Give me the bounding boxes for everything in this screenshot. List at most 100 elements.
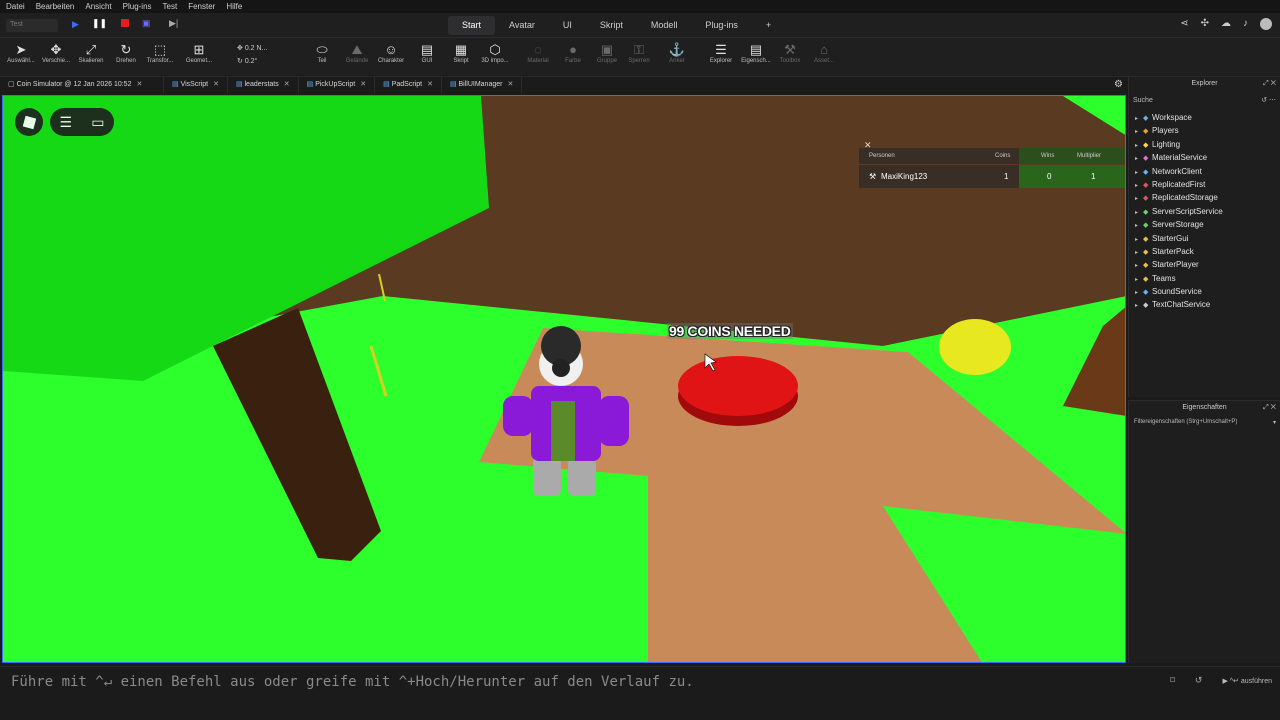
doc-tab[interactable]: ▢ Coin Simulator @ 12 Jan 2026 10:52 ✕ — [0, 77, 164, 93]
bookmark-icon[interactable]: ⌑ — [1170, 675, 1175, 686]
tool-geometry-button[interactable]: ⊞ Geomet... — [182, 42, 216, 64]
tree-item-networkclient[interactable]: ▸ ◆ NetworkClient — [1129, 165, 1280, 178]
hamburger-icon[interactable]: ☰ — [60, 114, 73, 131]
tree-item-replicatedstorage[interactable]: ▸ ◆ ReplicatedStorage — [1129, 191, 1280, 204]
menu-item-6[interactable]: Hilfe — [226, 2, 242, 11]
tree-item-startergui[interactable]: ▸ ◆ StarterGui — [1129, 232, 1280, 245]
cloud-icon[interactable]: ☁ — [1221, 18, 1231, 30]
tool-character-button[interactable]: ☺ Charakter — [374, 42, 408, 64]
tool-move-button[interactable]: ✥ Verschie... — [39, 42, 73, 64]
command-input[interactable]: Führe mit ^↵ einen Befehl aus oder greif… — [11, 674, 694, 690]
menu-item-0[interactable]: Datei — [6, 2, 25, 11]
play-icon[interactable]: ▶ — [72, 19, 79, 30]
close-icon[interactable]: ✕ — [427, 81, 433, 88]
menu-item-4[interactable]: Test — [163, 2, 178, 11]
properties-panel: Eigenschaften ⤢ ✕ Filtereigenschaften (S… — [1128, 400, 1280, 663]
doc-tab[interactable]: ▤ PickUpScript ✕ — [299, 77, 376, 93]
tool-part-button[interactable]: ⬭ Teil — [305, 42, 339, 64]
tab-plugins[interactable]: Plug-ins — [691, 16, 752, 35]
tree-item-label: ServerScriptService — [1152, 206, 1223, 216]
tool-properties-button[interactable]: ▤ Eigensch... — [739, 42, 773, 64]
doc-tab[interactable]: ▤ leaderstats ✕ — [228, 77, 299, 93]
screen-icon[interactable]: ▣ — [142, 18, 151, 29]
history-icon[interactable]: ↺ — [1195, 675, 1203, 686]
tree-item-serverscriptservice[interactable]: ▸ ◆ ServerScriptService — [1129, 205, 1280, 218]
tab-skript[interactable]: Skript — [586, 16, 637, 35]
tool-toolbox-button[interactable]: ⚒ Toolbox — [773, 42, 807, 64]
doc-tab[interactable]: ▤ PadScript ✕ — [375, 77, 442, 93]
chat-icon[interactable]: ▭ — [91, 114, 104, 131]
tool-rotate-button[interactable]: ↻ Drehen — [109, 42, 143, 64]
collab-icon[interactable]: ✣ — [1201, 18, 1209, 30]
menu-item-1[interactable]: Bearbeiten — [36, 2, 75, 11]
menu-item-5[interactable]: Fenster — [188, 2, 215, 11]
explorer-search-input[interactable]: Suche — [1133, 97, 1153, 104]
tree-item-label: MaterialService — [1152, 153, 1208, 163]
properties-filter[interactable]: Filtereigenschaften (Strg+Umschalt+P) ▾ — [1129, 415, 1280, 429]
avatar[interactable] — [1260, 18, 1272, 30]
move-step-value[interactable]: 0.2 N... — [245, 45, 268, 52]
tool-scale-button[interactable]: ⤢ Skalieren — [74, 42, 108, 64]
leaderboard-row[interactable]: ⚒ MaxiKing123 1 0 1 — [859, 165, 1125, 188]
tool-explorer-button[interactable]: ☰ Explorer — [704, 42, 738, 64]
close-icon[interactable]: ✕ — [284, 81, 290, 88]
tree-item-workspace[interactable]: ▸ ◆ Workspace — [1129, 111, 1280, 124]
tree-item-players[interactable]: ▸ ◆ Players — [1129, 124, 1280, 137]
explorer-panel: Explorer ⤢ ✕ Suche ↺ ⋯ ▸ ◆ Workspace ▸ ◆ Play… — [1128, 77, 1280, 397]
doc-tab[interactable]: ▤ VisScript ✕ — [164, 77, 228, 93]
tab-start[interactable]: Start — [448, 16, 496, 35]
tree-item-textchatservice[interactable]: ▸ ◆ TextChatService — [1129, 298, 1280, 311]
tree-item-serverstorage[interactable]: ▸ ◆ ServerStorage — [1129, 218, 1280, 231]
step-settings[interactable]: ✥ 0.2 N... ↻ 0.2° — [237, 42, 267, 68]
close-icon[interactable]: ✕ — [360, 81, 366, 88]
game-viewport[interactable]: ☰ ▭ 99 COINS NEEDED ✕ Personen Coins Win… — [2, 95, 1126, 663]
tree-item-starterplayer[interactable]: ▸ ◆ StarterPlayer — [1129, 258, 1280, 271]
tool-gui-button[interactable]: ▤ GUI — [410, 42, 444, 64]
tool-script-button[interactable]: ▦ Skript — [444, 42, 478, 64]
tree-item-lighting[interactable]: ▸ ◆ Lighting — [1129, 138, 1280, 151]
explorer-history-icon[interactable]: ↺ ⋯ — [1261, 94, 1276, 108]
doc-tab[interactable]: ▤ BillUIManager ✕ — [442, 77, 523, 93]
tool-color-button[interactable]: ● Farbe — [556, 42, 590, 64]
tool-asset-button[interactable]: ⌂ Asset... — [807, 42, 841, 64]
tree-item-starterpack[interactable]: ▸ ◆ StarterPack — [1129, 245, 1280, 258]
run-mode-select[interactable]: Test — [6, 19, 58, 32]
tool-select-button[interactable]: ➤ Auswähl... — [4, 42, 38, 64]
tab-modell[interactable]: Modell — [637, 16, 692, 35]
tool-group-button[interactable]: ▣ Gruppe — [590, 42, 624, 64]
stop-icon[interactable] — [121, 19, 129, 27]
close-icon[interactable]: ✕ — [136, 81, 142, 88]
properties-filter-input[interactable]: Filtereigenschaften (Strg+Umschalt+P) — [1134, 419, 1237, 425]
tool-anchor-button[interactable]: ⚓ Anker — [660, 42, 694, 64]
chevron-down-icon[interactable]: ▾ — [1273, 419, 1276, 426]
run-command-button[interactable]: ▶ ^↵ ausführen — [1222, 677, 1272, 685]
close-icon[interactable]: ✕ — [213, 81, 219, 88]
menu-item-2[interactable]: Ansicht — [85, 2, 111, 11]
close-icon[interactable]: ✕ — [507, 81, 513, 88]
explorer-search[interactable]: Suche ↺ ⋯ — [1133, 94, 1276, 108]
tab-avatar[interactable]: Avatar — [495, 16, 549, 35]
roblox-menu-button[interactable] — [15, 108, 43, 136]
rotate-step-value[interactable]: 0.2° — [245, 58, 258, 65]
step-icon[interactable]: ▶| — [169, 18, 178, 29]
tool-transform-button[interactable]: ⬚ Transfor... — [143, 42, 177, 64]
tool-lock-button[interactable]: ⚿ Sperren — [622, 42, 656, 64]
tab-ui[interactable]: UI — [549, 16, 586, 35]
explorer-window-controls[interactable]: ⤢ ✕ — [1263, 77, 1276, 91]
menu-item-3[interactable]: Plug-ins — [123, 2, 152, 11]
share-icon[interactable]: ⋖ — [1180, 18, 1188, 30]
tool-label: Charakter — [377, 58, 405, 64]
tree-item-teams[interactable]: ▸ ◆ Teams — [1129, 272, 1280, 285]
chevron-right-icon[interactable]: ▸ — [1135, 300, 1143, 313]
tree-item-materialservice[interactable]: ▸ ◆ MaterialService — [1129, 151, 1280, 164]
tool-import-3d-button[interactable]: ⬡ 3D impo... — [478, 42, 512, 64]
pause-icon[interactable]: ❚❚ — [92, 18, 107, 29]
tool-material-button[interactable]: ◌ Material — [521, 42, 555, 64]
tool-terrain-button[interactable]: ⛰ Gelände — [340, 42, 374, 64]
tree-item-replicatedfirst[interactable]: ▸ ◆ ReplicatedFirst — [1129, 178, 1280, 191]
notification-icon[interactable]: ♪ — [1243, 18, 1248, 30]
tree-item-soundservice[interactable]: ▸ ◆ SoundService — [1129, 285, 1280, 298]
viewport-settings-icon[interactable]: ⚙ — [1114, 79, 1123, 90]
add-tab-icon[interactable]: + — [752, 16, 785, 35]
properties-window-controls[interactable]: ⤢ ✕ — [1263, 401, 1276, 415]
